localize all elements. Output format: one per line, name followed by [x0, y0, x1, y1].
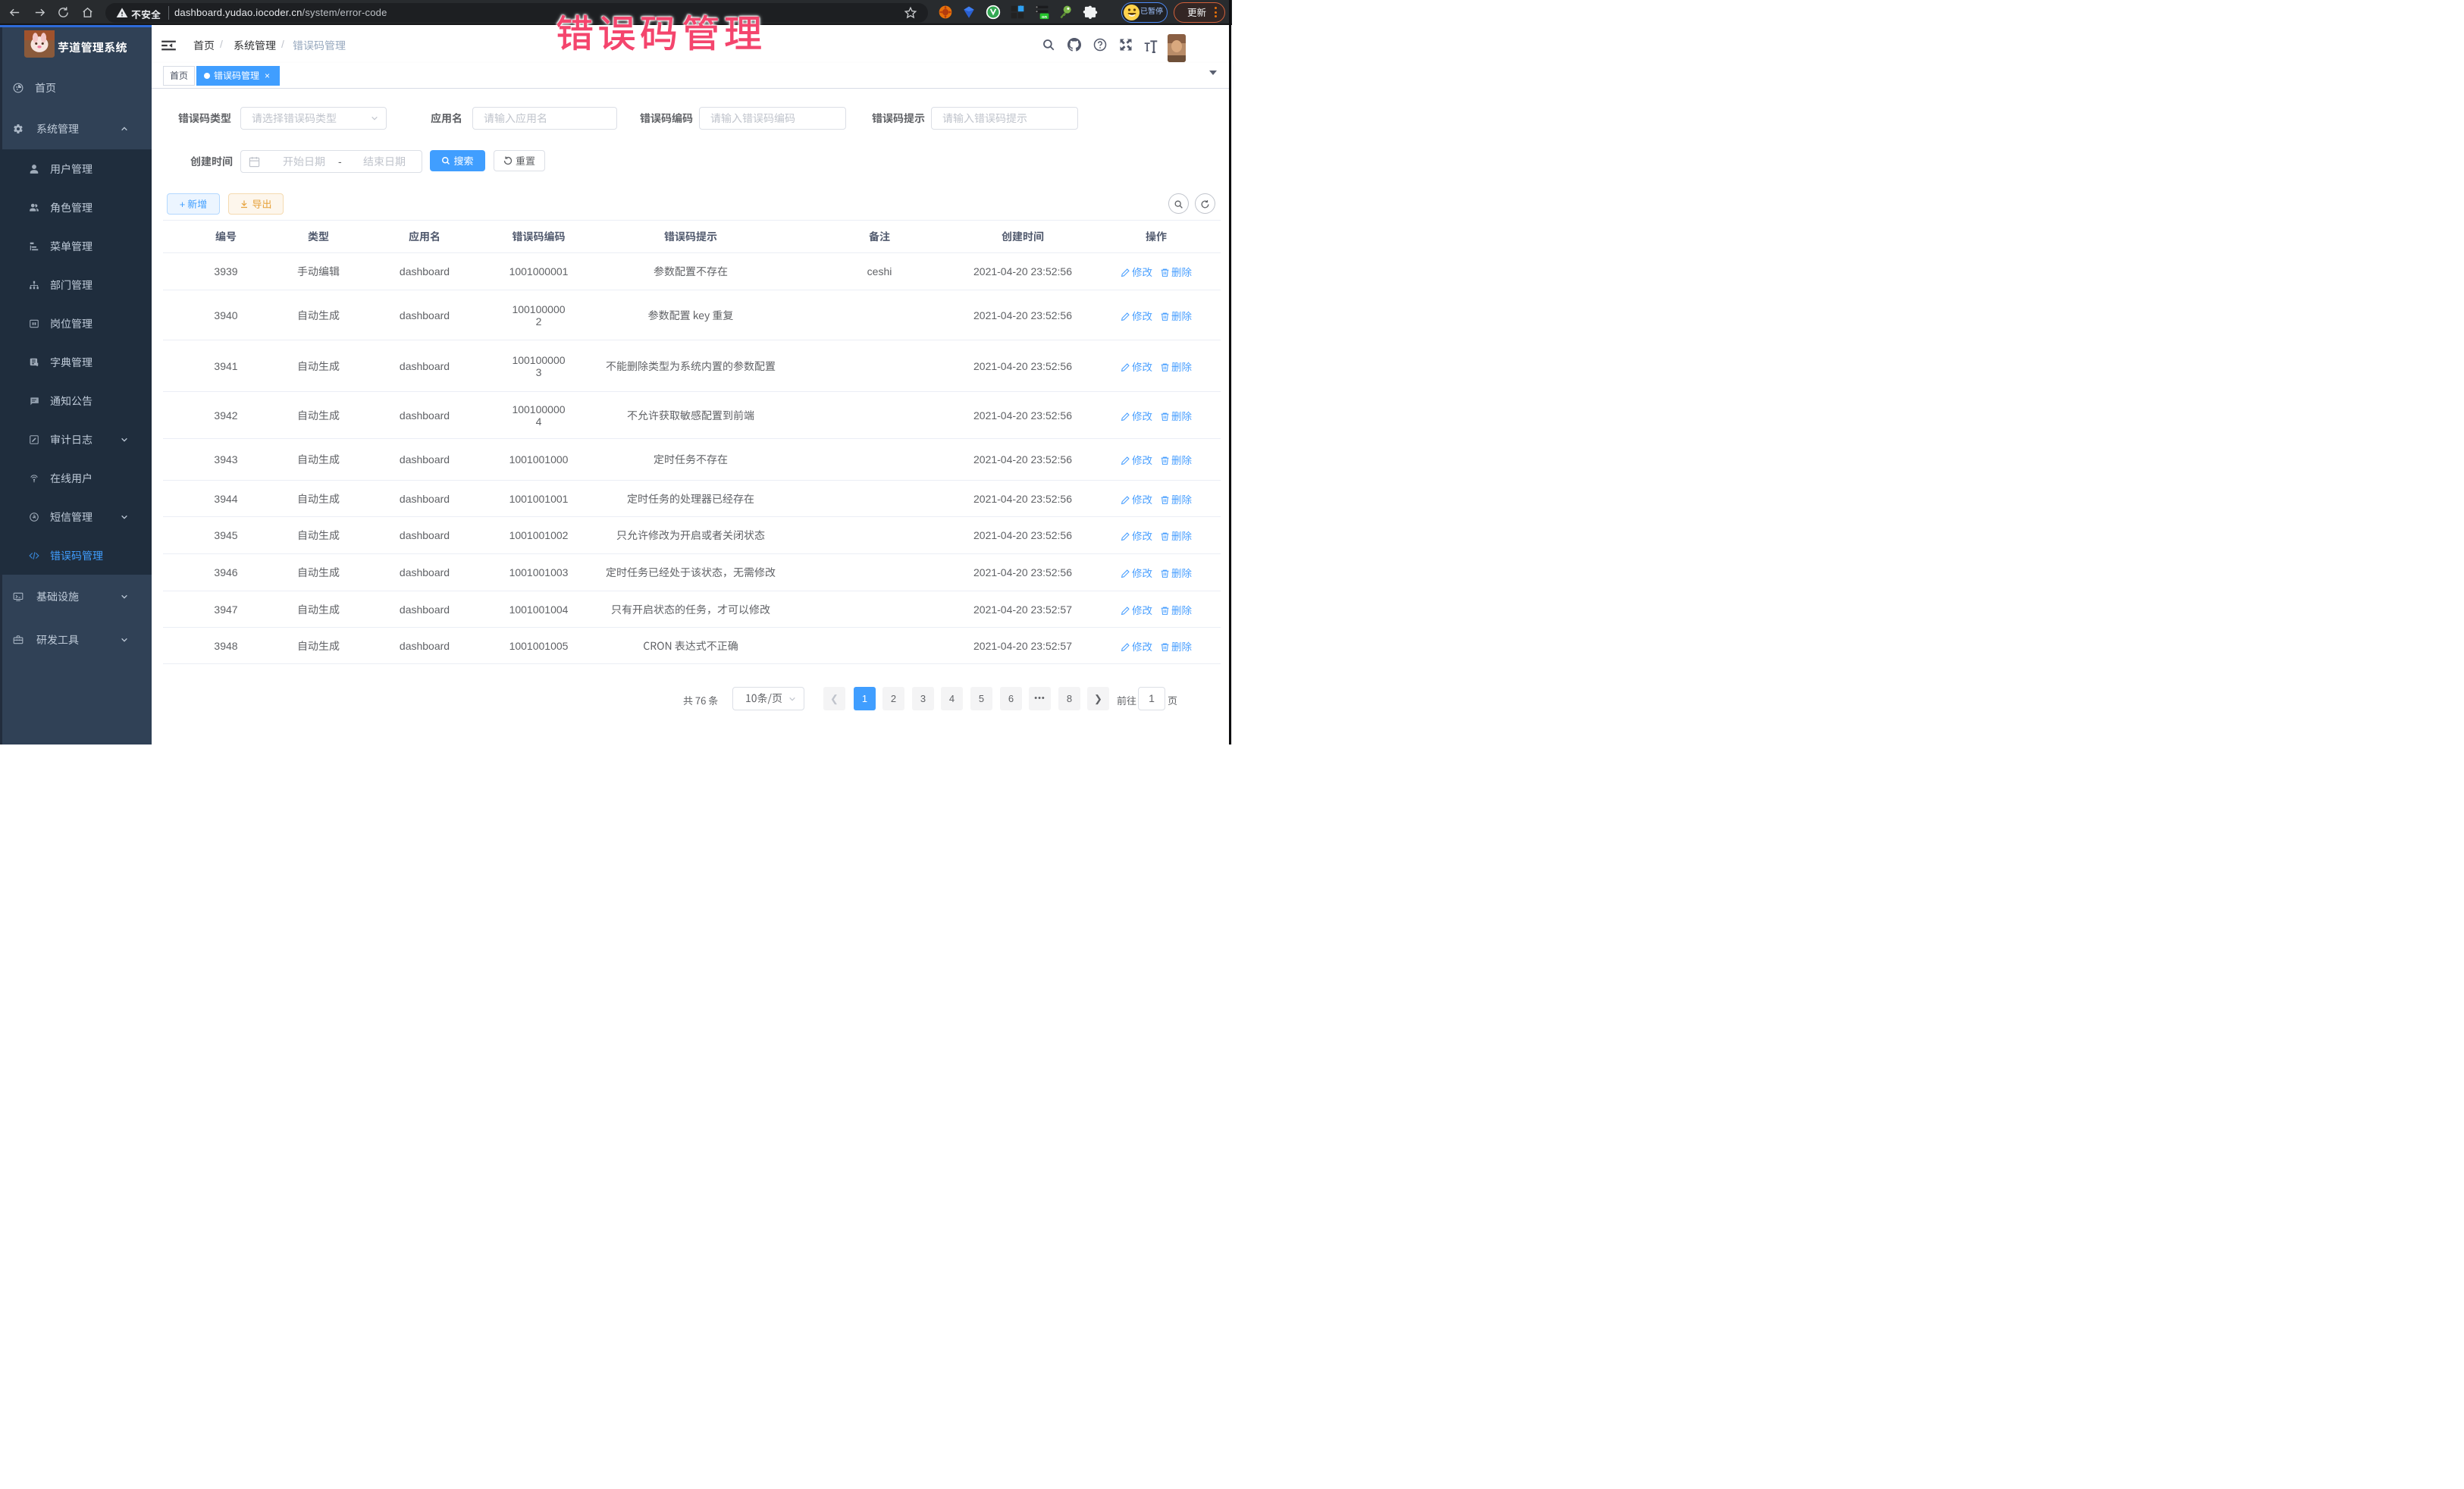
svg-text:on: on	[1042, 15, 1048, 20]
